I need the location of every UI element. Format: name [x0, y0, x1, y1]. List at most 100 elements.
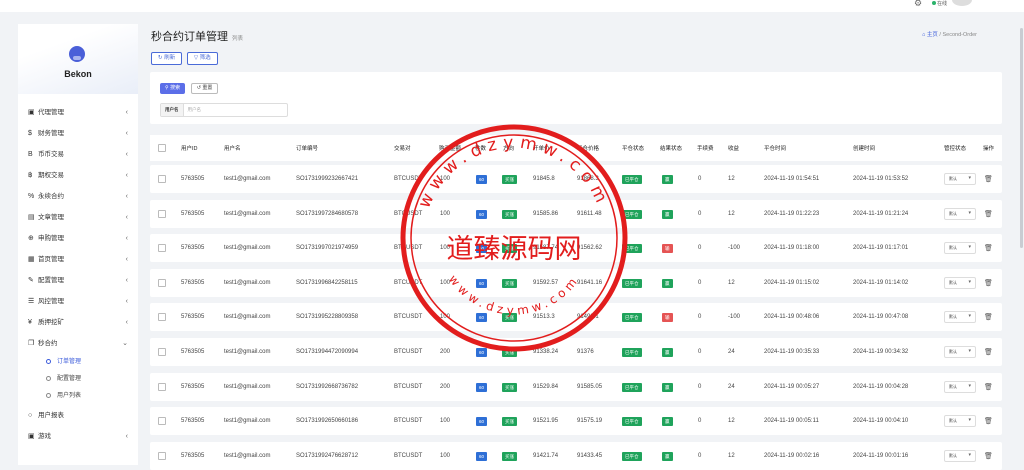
- table-header: 用户ID 用户名 订单编号 交易对 购买金额 秒数 方向 开单价 平仓价格 平仓…: [150, 135, 1002, 161]
- row-checkbox[interactable]: [158, 175, 166, 183]
- sidebar-item-label: 币币交易: [38, 151, 64, 158]
- result-badge: 赢: [662, 382, 673, 392]
- submenu-item-2[interactable]: 用户列表: [18, 388, 138, 405]
- row-checkbox[interactable]: [158, 417, 166, 425]
- submenu-item-0[interactable]: 订单管理: [18, 354, 138, 371]
- cell-fee: 0: [698, 418, 702, 424]
- row-checkbox[interactable]: [158, 313, 166, 321]
- control-select[interactable]: 默认 ▾: [944, 173, 976, 185]
- control-select[interactable]: 默认 ▾: [944, 415, 976, 427]
- sidebar-item-6[interactable]: ⊕ 申购管理 ‹: [18, 228, 138, 249]
- control-select[interactable]: 默认 ▾: [944, 381, 976, 393]
- page-scrollbar[interactable]: [1019, 24, 1024, 465]
- cell-close-time: 2024-11-19 01:54:51: [764, 176, 820, 182]
- cell-amount: 200: [440, 384, 451, 390]
- period-badge: 60: [476, 209, 488, 219]
- breadcrumb-home[interactable]: ⌂ 主页: [922, 32, 938, 38]
- cell-open-price: 91529.84: [533, 384, 559, 390]
- cell-create-time: 2024-11-19 01:17:01: [853, 245, 909, 251]
- control-select[interactable]: 默认 ▾: [944, 208, 976, 220]
- filter-button[interactable]: ▽ 筛选: [186, 52, 218, 65]
- direction-badge: 买涨: [502, 174, 517, 184]
- select-all-checkbox[interactable]: [158, 144, 166, 152]
- sidebar-item-label: 风控管理: [38, 298, 64, 305]
- search-button[interactable]: ⚲ 搜索: [160, 83, 186, 94]
- delete-icon[interactable]: 🗑: [984, 313, 993, 321]
- caret-down-icon: ▾: [968, 279, 971, 285]
- refresh-button[interactable]: ↻ 刷新: [151, 52, 183, 65]
- sidebar-item-3[interactable]: ฿ 期权交易 ‹: [18, 165, 138, 186]
- control-select[interactable]: 默认 ▾: [944, 346, 976, 358]
- delete-icon[interactable]: 🗑: [984, 279, 993, 287]
- delete-icon[interactable]: 🗑: [984, 210, 993, 218]
- period-badge: 60: [476, 382, 488, 392]
- caret-down-icon: ▾: [968, 348, 971, 354]
- delete-icon[interactable]: 🗑: [984, 348, 993, 356]
- cell-close-price: 91641.16: [577, 280, 603, 286]
- control-select[interactable]: 默认 ▾: [944, 277, 976, 289]
- list-icon: ☰: [28, 298, 35, 305]
- table-row: 5763505 test1@gmail.com SO1731992476628712…: [150, 442, 1002, 470]
- sidebar-item-after-0[interactable]: ○ 用户报表: [18, 405, 138, 426]
- row-checkbox[interactable]: [158, 452, 166, 460]
- chevron-left-icon: ‹: [125, 130, 128, 137]
- cell-open-price: 91521.95: [533, 418, 559, 424]
- direction-badge: 买涨: [502, 451, 517, 461]
- control-select-value: 默认: [949, 349, 957, 354]
- cell-fee: 0: [698, 280, 702, 286]
- reset-icon: ↺: [196, 85, 201, 91]
- sidebar-item-label: 配置管理: [38, 277, 64, 284]
- cell-create-time: 2024-11-19 00:04:10: [853, 418, 909, 424]
- delete-icon[interactable]: 🗑: [984, 175, 993, 183]
- cell-uid: 5763505: [181, 211, 205, 217]
- sidebar-item-10[interactable]: ¥ 质押挖矿 ‹: [18, 312, 138, 333]
- cell-order-no: SO1731995228809358: [296, 314, 359, 320]
- sidebar-item-11[interactable]: ❐ 秒合约 ⌄: [18, 333, 138, 354]
- control-select[interactable]: 默认 ▾: [944, 450, 976, 462]
- delete-icon[interactable]: 🗑: [984, 383, 993, 391]
- avatar[interactable]: [952, 0, 972, 6]
- control-select[interactable]: 默认 ▾: [944, 242, 976, 254]
- settings-icon[interactable]: ⚙: [914, 0, 922, 9]
- row-checkbox[interactable]: [158, 279, 166, 287]
- sidebar-item-2[interactable]: B 币币交易 ‹: [18, 144, 138, 165]
- sidebar-item-8[interactable]: ✎ 配置管理 ‹: [18, 270, 138, 291]
- username-input[interactable]: 用户名: [184, 104, 202, 116]
- chevron-left-icon: ‹: [125, 172, 128, 179]
- control-select-value: 默认: [949, 453, 957, 458]
- cell-fee: 0: [698, 245, 702, 251]
- sidebar-item-0[interactable]: ▣ 代理管理 ‹: [18, 102, 138, 123]
- cell-order-no: SO1731997021974959: [296, 245, 359, 251]
- row-checkbox[interactable]: [158, 210, 166, 218]
- cell-profit: 12: [728, 211, 735, 217]
- sidebar-item-9[interactable]: ☰ 风控管理 ‹: [18, 291, 138, 312]
- result-badge: 输: [662, 243, 673, 253]
- cell-close-price: 91433.45: [577, 453, 603, 459]
- cell-pair: BTCUSDT: [394, 176, 423, 182]
- delete-icon[interactable]: 🗑: [984, 417, 993, 425]
- row-checkbox[interactable]: [158, 383, 166, 391]
- col-direction: 方向: [503, 146, 515, 152]
- col-uid: 用户ID: [181, 146, 198, 152]
- control-select[interactable]: 默认 ▾: [944, 311, 976, 323]
- row-checkbox[interactable]: [158, 348, 166, 356]
- control-select-value: 默认: [949, 314, 957, 319]
- reset-button[interactable]: ↺ 重置: [190, 83, 219, 94]
- circle-icon: [46, 358, 51, 364]
- delete-icon[interactable]: 🗑: [984, 244, 993, 252]
- sidebar-item-after-1[interactable]: ▣ 游戏 ‹: [18, 426, 138, 447]
- sidebar-item-4[interactable]: % 永续合约 ‹: [18, 186, 138, 207]
- delete-icon[interactable]: 🗑: [984, 452, 993, 460]
- username-field[interactable]: 用户名 用户名: [160, 103, 288, 117]
- scrollbar-thumb[interactable]: [1020, 28, 1023, 248]
- close-status-badge: 已平仓: [622, 243, 642, 253]
- sidebar-item-5[interactable]: ▤ 文章管理 ‹: [18, 207, 138, 228]
- sidebar-item-1[interactable]: $ 财务管理 ‹: [18, 123, 138, 144]
- submenu-item-1[interactable]: 配置管理: [18, 371, 138, 388]
- sidebar-item-7[interactable]: ▦ 首页管理 ‹: [18, 249, 138, 270]
- caret-down-icon: ▾: [968, 175, 971, 181]
- row-checkbox[interactable]: [158, 244, 166, 252]
- cell-pair: BTCUSDT: [394, 280, 423, 286]
- toolbar: ↻ 刷新 ▽ 筛选: [151, 52, 221, 65]
- cell-close-time: 2024-11-19 00:35:33: [764, 349, 820, 355]
